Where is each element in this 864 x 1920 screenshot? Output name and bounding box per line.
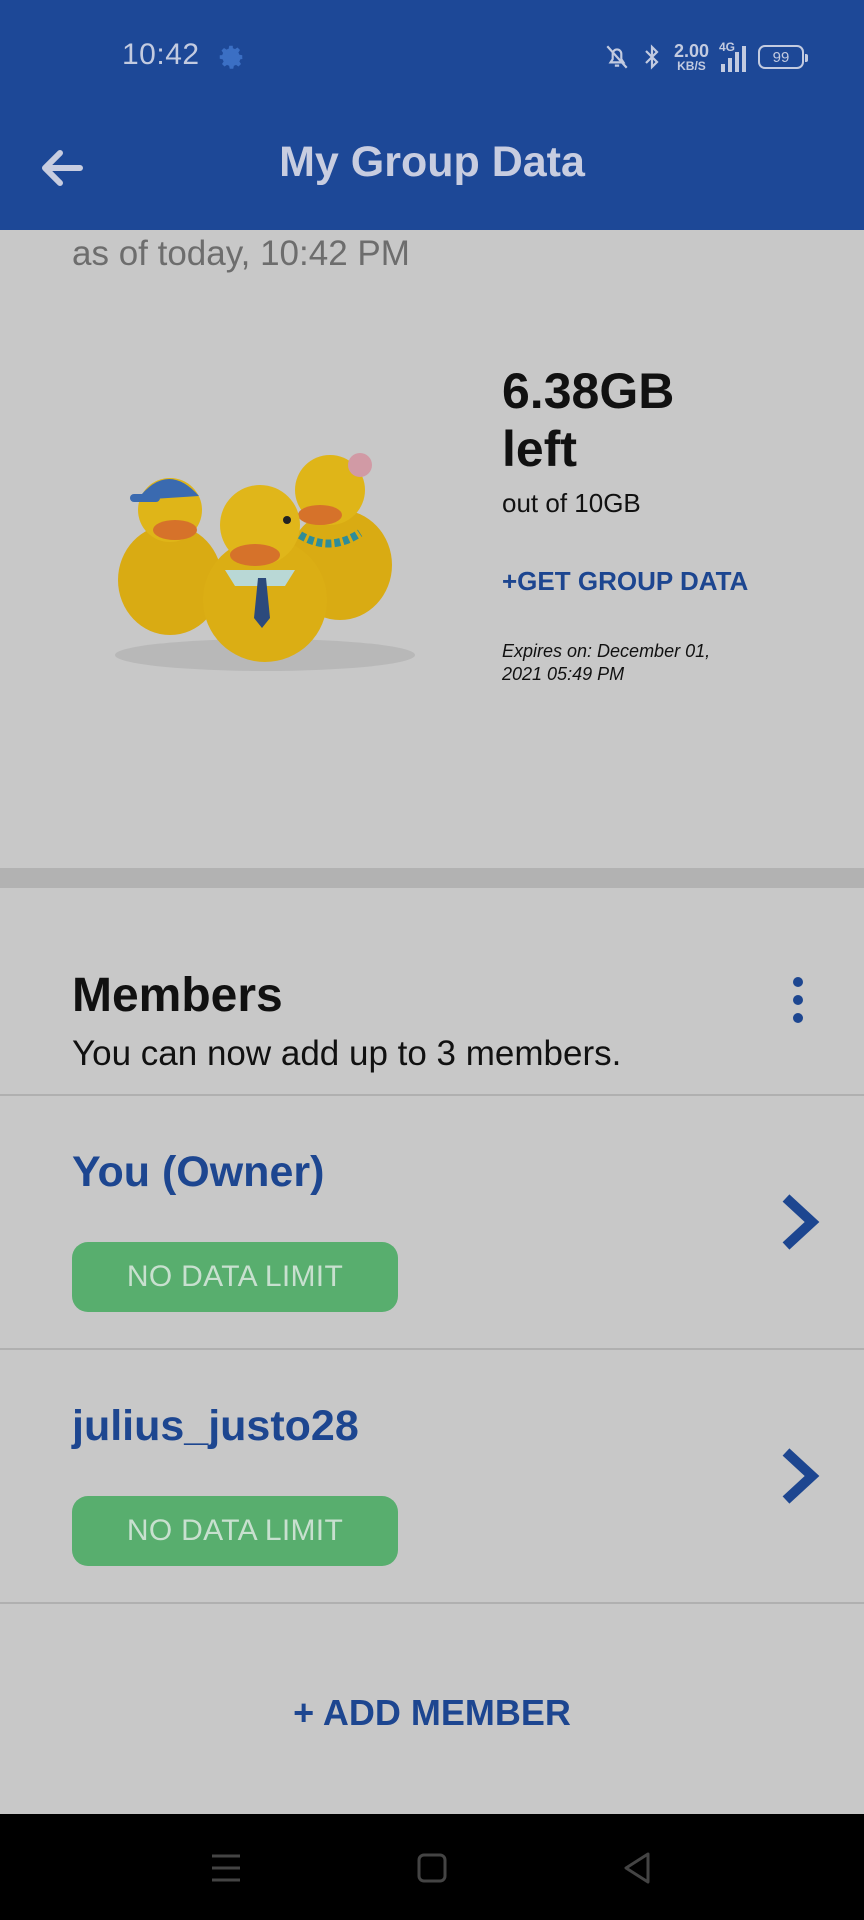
chevron-right-icon (782, 1194, 820, 1250)
get-group-data-button[interactable]: +GET GROUP DATA (502, 566, 748, 597)
status-bar: 10:42 2.00 KB/S 4G 99 (0, 0, 864, 110)
data-remaining: 6.38GB left (502, 363, 675, 477)
members-title: Members (72, 969, 283, 1022)
member-row-julius[interactable]: julius_justo28 NO DATA LIMIT (0, 1350, 864, 1602)
system-nav-bar (0, 1814, 864, 1920)
network-speed: 2.00 KB/S (673, 41, 709, 73)
chevron-right-icon (782, 1448, 820, 1504)
signal-indicator: 4G (719, 40, 746, 72)
status-time: 10:42 (122, 38, 200, 71)
add-member-button[interactable]: + ADD MEMBER (0, 1692, 864, 1734)
data-summary: as of today, 10:42 PM 6.38GB left out of… (0, 230, 864, 868)
ducks-illustration (115, 453, 415, 671)
status-icons: 2.00 KB/S 4G 99 (604, 38, 808, 76)
row-divider (0, 1602, 864, 1604)
kebab-icon[interactable] (780, 974, 816, 1026)
section-divider (0, 868, 864, 888)
bell-off-icon (606, 45, 628, 69)
as-of-timestamp: as of today, 10:42 PM (72, 234, 410, 273)
home-icon[interactable] (410, 1846, 454, 1890)
members-header: Members You can now add up to 3 members. (0, 888, 864, 1094)
app-bar: My Group Data (0, 110, 864, 230)
members-subtitle: You can now add up to 3 members. (72, 1034, 622, 1073)
menu-icon[interactable] (204, 1846, 248, 1890)
back-triangle-icon[interactable] (616, 1846, 660, 1890)
data-total: out of 10GB (502, 488, 641, 518)
gear-icon (219, 45, 244, 69)
expiry-text: Expires on: December 01, 2021 05:49 PM (502, 641, 711, 684)
data-limit-badge: NO DATA LIMIT (72, 1496, 398, 1566)
member-name: julius_justo28 (72, 1402, 359, 1450)
battery-indicator: 99 (758, 45, 808, 69)
bluetooth-icon (645, 44, 659, 70)
data-limit-badge: NO DATA LIMIT (72, 1242, 398, 1312)
member-name: You (Owner) (72, 1148, 325, 1196)
member-row-owner[interactable]: You (Owner) NO DATA LIMIT (0, 1096, 864, 1348)
page-title: My Group Data (279, 138, 585, 186)
